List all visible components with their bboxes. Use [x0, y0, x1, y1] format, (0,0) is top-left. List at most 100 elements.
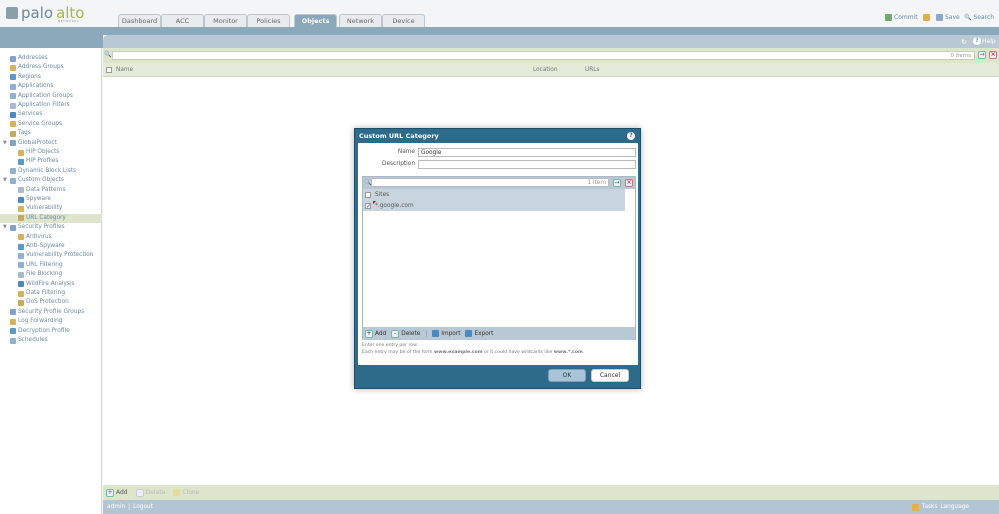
- sidebar-item-log-forwarding[interactable]: Log Forwarding: [3, 317, 62, 326]
- apply-filter-button[interactable]: →: [978, 51, 986, 59]
- sidebar-item-security-profiles[interactable]: ▼ Security Profiles: [3, 223, 65, 232]
- sites-filter-input[interactable]: 1 item: [371, 178, 609, 187]
- custom-url-category-dialog: Custom URL Category ? Name Google Descri…: [354, 128, 641, 389]
- sidebar-item-dynamic-block-lists[interactable]: Dynamic Block Lists: [3, 167, 76, 176]
- sidebar-item-icon: [10, 64, 16, 71]
- sidebar-item-file-blocking[interactable]: File Blocking: [18, 270, 62, 279]
- sidebar-item-security-profile-groups[interactable]: Security Profile Groups: [3, 308, 84, 317]
- sidebar-item-spyware[interactable]: Spyware: [18, 195, 51, 204]
- sidebar-item-applications[interactable]: Applications: [3, 82, 53, 91]
- sidebar-item-decryption-profile[interactable]: Decryption Profile: [3, 327, 70, 336]
- column-location[interactable]: Location: [533, 67, 558, 73]
- lock-icon[interactable]: [922, 14, 930, 21]
- delete-button[interactable]: - Delete: [135, 488, 165, 497]
- sidebar-item-tags[interactable]: Tags: [3, 129, 31, 138]
- sidebar-item-custom-objects[interactable]: ▼ Custom Objects: [3, 176, 64, 185]
- sidebar-item-icon: [18, 149, 24, 156]
- select-all-checkbox[interactable]: [365, 192, 371, 198]
- sidebar-item-data-patterns[interactable]: Data Patterns: [18, 186, 66, 195]
- clear-filter-button[interactable]: ×: [989, 51, 997, 59]
- sidebar-item-icon: [18, 187, 24, 194]
- sidebar-item-label: URL Category: [26, 214, 66, 221]
- tab-dashboard[interactable]: Dashboard: [118, 14, 161, 27]
- table-row[interactable]: ✓ *.google.com: [363, 201, 625, 211]
- ok-label: OK: [562, 372, 572, 379]
- clone-icon: [173, 489, 181, 496]
- sidebar-item-services[interactable]: Services: [3, 110, 42, 119]
- sidebar-item-label: Decryption Profile: [18, 327, 70, 334]
- expand-triangle-icon[interactable]: ▼: [3, 223, 8, 232]
- row-checkbox[interactable]: ✓: [365, 203, 371, 210]
- add-button[interactable]: + Add: [106, 488, 128, 497]
- apply-filter-button[interactable]: →: [613, 179, 621, 187]
- sidebar-item-anti-spyware[interactable]: Anti-Spyware: [18, 242, 65, 251]
- column-name[interactable]: Name: [116, 67, 133, 73]
- sidebar-item-application-filters[interactable]: Application Filters: [3, 101, 70, 110]
- sidebar-item-label: Anti-Spyware: [26, 243, 65, 249]
- sidebar-item-hip-profiles[interactable]: HIP Profiles: [18, 157, 58, 166]
- sidebar-item-application-groups[interactable]: Application Groups: [3, 92, 73, 101]
- sidebar-item-vulnerability[interactable]: Vulnerability: [18, 204, 62, 213]
- expand-triangle-icon[interactable]: ▼: [3, 139, 8, 148]
- sidebar-item-icon: [18, 262, 24, 269]
- export-label: Export: [474, 330, 494, 337]
- add-label: Add: [116, 489, 128, 496]
- hint-wildcard: www.*.com: [553, 349, 583, 355]
- site-value[interactable]: *.google.com: [375, 203, 414, 209]
- tab-monitor[interactable]: Monitor: [204, 14, 247, 27]
- sidebar-item-service-groups[interactable]: Service Groups: [3, 120, 62, 129]
- filter-input[interactable]: 0 items: [112, 51, 975, 60]
- sidebar-item-label: DoS Protection: [26, 299, 69, 306]
- help-button[interactable]: ? Help: [973, 37, 996, 45]
- sidebar-item-icon: [10, 93, 16, 100]
- logo-subtitle: NETWORKS: [58, 19, 80, 23]
- sidebar-item-regions[interactable]: Regions: [3, 73, 41, 82]
- sidebar-item-icon: [18, 252, 24, 259]
- sidebar-item-label: Regions: [18, 73, 41, 80]
- logout-link[interactable]: Logout: [133, 504, 153, 510]
- tab-objects[interactable]: Objects: [294, 14, 337, 27]
- description-input[interactable]: [418, 160, 636, 169]
- sidebar-item-icon: [18, 158, 24, 165]
- save-button[interactable]: Save: [936, 14, 960, 21]
- sidebar-item-antivirus[interactable]: Antivirus: [18, 233, 52, 242]
- sidebar-item-data-filtering[interactable]: Data Filtering: [18, 289, 65, 298]
- export-button[interactable]: Export: [465, 330, 493, 337]
- select-all-checkbox[interactable]: [106, 67, 112, 73]
- refresh-icon[interactable]: ↻: [961, 38, 967, 46]
- hint-text: Enter one entry per row. Each entry may …: [362, 343, 584, 356]
- clear-filter-button[interactable]: ×: [625, 179, 633, 187]
- import-button[interactable]: Import: [432, 330, 460, 337]
- sidebar-item-url-filtering[interactable]: URL Filtering: [18, 261, 63, 270]
- sidebar-item-schedules[interactable]: Schedules: [3, 336, 48, 345]
- tasks-link[interactable]: Tasks: [922, 504, 938, 510]
- dialog-help-icon[interactable]: ?: [627, 132, 635, 140]
- clone-button[interactable]: Clone: [173, 489, 199, 496]
- language-link[interactable]: Language: [940, 504, 969, 510]
- sidebar-item-addresses[interactable]: Addresses: [3, 54, 48, 63]
- hint-text-part: or it could have wildcards like: [482, 349, 554, 355]
- column-sites[interactable]: Sites: [375, 192, 389, 198]
- sidebar-item-hip-objects[interactable]: HIP Objects: [18, 148, 59, 157]
- sidebar-item-dos-protection[interactable]: DoS Protection: [18, 298, 69, 307]
- tab-acc[interactable]: ACC: [161, 14, 204, 27]
- add-site-button[interactable]: + Add: [365, 329, 386, 338]
- expand-triangle-icon[interactable]: ▼: [3, 176, 8, 185]
- sidebar-item-wildfire-analysis[interactable]: WildFire Analysis: [18, 280, 75, 289]
- name-input[interactable]: Google: [418, 148, 636, 157]
- sidebar-item-vulnerability-protection[interactable]: Vulnerability Protection: [18, 251, 93, 260]
- commit-button[interactable]: Commit: [885, 14, 930, 21]
- tab-device[interactable]: Device: [382, 14, 425, 27]
- tab-network[interactable]: Network: [339, 14, 382, 27]
- cancel-button[interactable]: Cancel: [591, 369, 629, 382]
- sidebar-item-address-groups[interactable]: Address Groups: [3, 63, 64, 72]
- column-urls[interactable]: URLs: [585, 67, 600, 73]
- tab-policies[interactable]: Policies: [247, 14, 290, 27]
- search-button[interactable]: 🔍 Search: [964, 14, 994, 21]
- delete-site-button[interactable]: - Delete: [391, 329, 420, 338]
- clone-label: Clone: [182, 489, 200, 496]
- sidebar-item-globalprotect[interactable]: ▼ GlobalProtect: [3, 139, 57, 148]
- sidebar-item-url-category[interactable]: URL Category: [0, 213, 102, 223]
- ok-button[interactable]: OK: [548, 369, 586, 382]
- sidebar-item-label: HIP Objects: [26, 149, 60, 155]
